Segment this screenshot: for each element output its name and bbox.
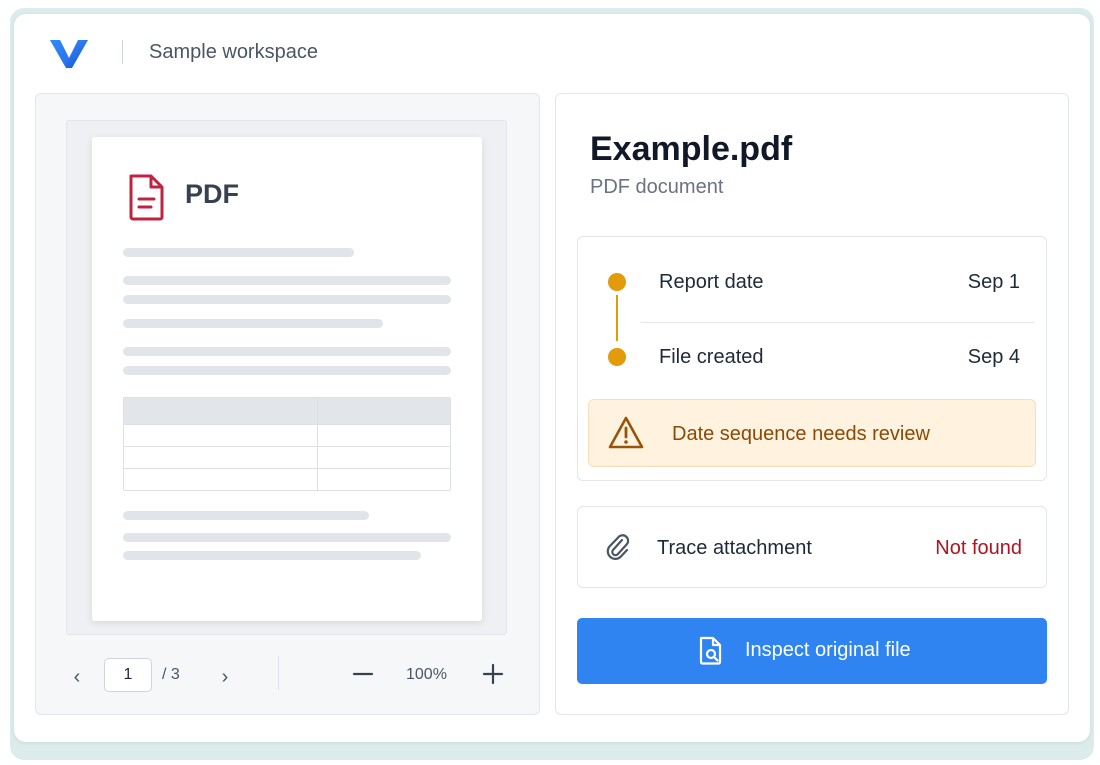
table-divider [124,446,450,447]
file-type-subtitle: PDF document [590,176,724,198]
text-line-placeholder [123,295,451,304]
timeline-connector [616,295,618,341]
timeline-value-file-created: Sep 4 [967,346,1020,368]
text-line-placeholder [123,533,451,542]
attachment-label: Trace attachment [657,537,812,559]
page-number-input[interactable] [104,658,152,692]
table-divider [124,424,450,425]
minus-icon[interactable] [350,661,376,687]
text-line-placeholder [123,347,451,356]
page-viewport[interactable]: PDF [66,120,507,635]
page-total-label: / 3 [162,666,180,683]
text-line-placeholder [123,248,354,257]
plus-icon[interactable] [480,661,506,687]
warning-text: Date sequence needs review [672,423,930,445]
inspect-button-label: Inspect original file [745,639,911,661]
page-navigation-bar: ‹ / 3 › 100% [36,654,539,700]
attachment-row[interactable]: Trace attachment Not found [577,506,1047,588]
text-line-placeholder [123,276,451,285]
warning-triangle-icon [608,416,644,449]
header-divider [122,40,123,64]
timeline-label-report-date: Report date [659,271,764,293]
zoom-level-label: 100% [406,666,447,683]
text-line-placeholder [123,511,369,520]
app-window: Sample workspace PDF ‹ 1 / 3 › 100% Exam… [14,14,1090,742]
text-line-placeholder [123,319,383,328]
header: Sample workspace [14,14,1090,92]
pdf-file-icon [129,174,164,221]
date-warning-banner: Date sequence needs review [588,399,1036,467]
file-title: Example.pdf [590,130,793,168]
paperclip-icon [606,534,630,560]
v-logo-icon[interactable] [48,34,90,70]
table-divider [124,468,450,469]
timeline-separator [641,322,1034,323]
timeline-value-report-date: Sep 1 [967,271,1020,293]
timeline-dot [608,273,626,291]
file-search-icon [699,636,722,665]
document-preview-panel: PDF ‹ 1 / 3 › 100% [35,93,540,715]
toolbar-divider [278,656,279,690]
timeline-dot [608,348,626,366]
attachment-status: Not found [935,537,1022,559]
date-timeline-card: Report date Sep 1 File created Sep 4 Dat… [577,236,1047,481]
chevron-right-icon[interactable]: › [214,664,236,690]
table-column-divider [317,398,318,490]
table-header-placeholder [124,398,450,424]
text-line-placeholder [123,551,421,560]
chevron-left-icon[interactable]: ‹ [66,664,88,690]
text-line-placeholder [123,366,451,375]
inspect-original-file-button[interactable]: Inspect original file [577,618,1047,684]
file-details-panel: Example.pdf PDF document Report date Sep… [555,93,1069,715]
pdf-type-label: PDF [185,179,239,209]
timeline-label-file-created: File created [659,346,764,368]
workspace-name[interactable]: Sample workspace [149,41,318,64]
document-page-thumbnail: PDF [92,137,482,621]
table-placeholder [123,397,451,491]
